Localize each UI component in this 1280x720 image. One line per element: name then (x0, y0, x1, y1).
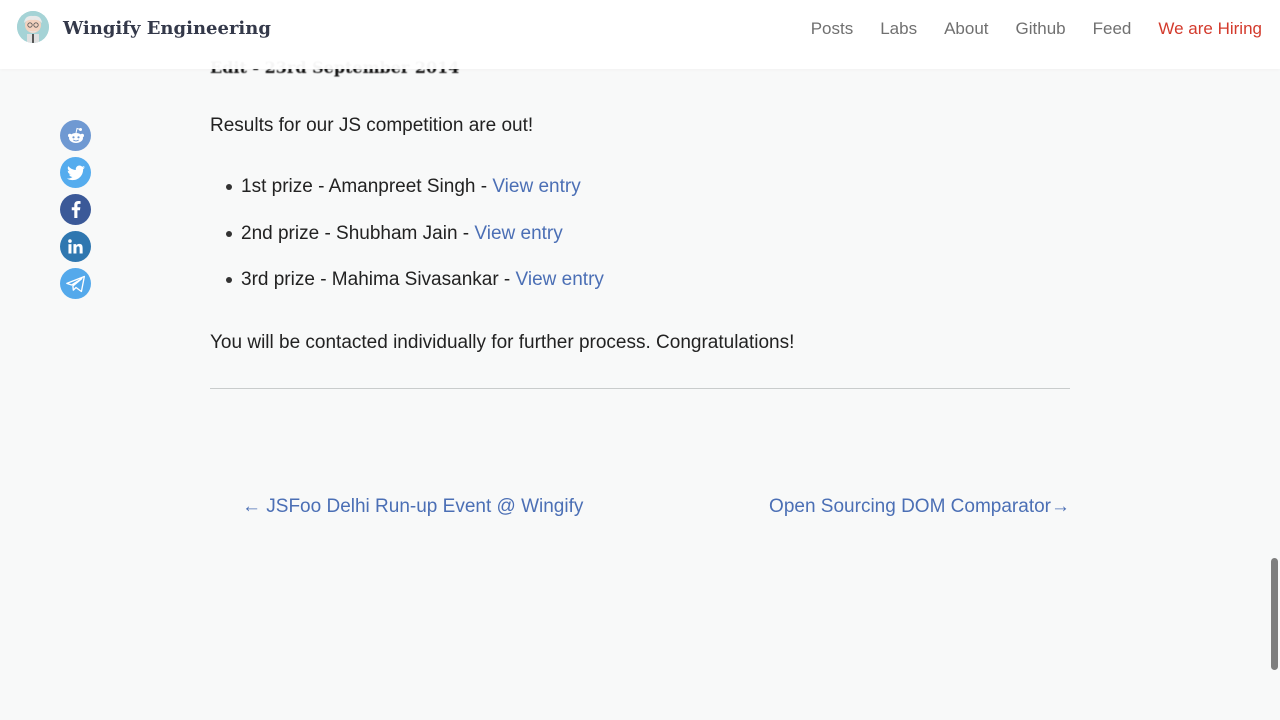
twitter-icon (66, 165, 85, 180)
list-item: 1st prize - Amanpreet Singh - View entry (210, 172, 604, 219)
view-entry-link[interactable]: View entry (516, 269, 604, 290)
nav-hiring[interactable]: We are Hiring (1158, 16, 1262, 42)
reddit-icon (67, 127, 84, 143)
list-item: 2nd prize - Shubham Jain - View entry (210, 219, 604, 266)
next-post-link[interactable]: Open Sourcing DOM Comparator→ (769, 493, 1070, 521)
view-entry-link[interactable]: View entry (492, 176, 580, 197)
bullet-icon (226, 277, 232, 283)
bullet-icon (226, 230, 232, 237)
twitter-share-button[interactable] (60, 157, 91, 188)
results-intro: Results for our JS competition are out! (210, 115, 534, 136)
logo-icon[interactable] (17, 11, 49, 43)
site-header: Wingify Engineering Posts Labs About Git… (0, 0, 1280, 69)
nav-github[interactable]: Github (1016, 16, 1066, 42)
nav-labs[interactable]: Labs (880, 16, 917, 42)
site-title[interactable]: Wingify Engineering (63, 16, 271, 42)
prize-text: 3rd prize - Mahima Sivasankar - (241, 269, 516, 290)
nav-feed[interactable]: Feed (1093, 16, 1132, 42)
telegram-icon (65, 275, 85, 292)
divider (210, 388, 1070, 389)
prize-text: 2nd prize - Shubham Jain - (241, 222, 475, 244)
closing-text: You will be contacted individually for f… (210, 332, 795, 353)
prize-text: 1st prize - Amanpreet Singh - (241, 176, 493, 197)
telegram-share-button[interactable] (60, 268, 91, 299)
facebook-share-button[interactable] (60, 194, 91, 225)
bullet-icon (226, 184, 232, 190)
post-navigation: ← JSFoo Delhi Run-up Event @ Wingify Ope… (210, 493, 1070, 523)
nav-about[interactable]: About (944, 16, 988, 42)
prize-list: 1st prize - Amanpreet Singh - View entry… (210, 172, 604, 312)
view-entry-link[interactable]: View entry (474, 223, 562, 244)
previous-post-link[interactable]: ← JSFoo Delhi Run-up Event @ Wingify (242, 493, 583, 521)
reddit-share-button[interactable] (60, 120, 91, 151)
share-sidebar (60, 120, 92, 305)
facebook-icon (71, 201, 81, 218)
page-scrollbar[interactable] (1268, 0, 1280, 720)
linkedin-icon (68, 239, 83, 254)
main-nav: Posts Labs About Github Feed We are Hiri… (811, 16, 1262, 42)
list-item: 3rd prize - Mahima Sivasankar - View ent… (210, 265, 604, 312)
nav-posts[interactable]: Posts (811, 16, 854, 42)
scrollbar-thumb[interactable] (1271, 558, 1278, 670)
linkedin-share-button[interactable] (60, 231, 91, 262)
